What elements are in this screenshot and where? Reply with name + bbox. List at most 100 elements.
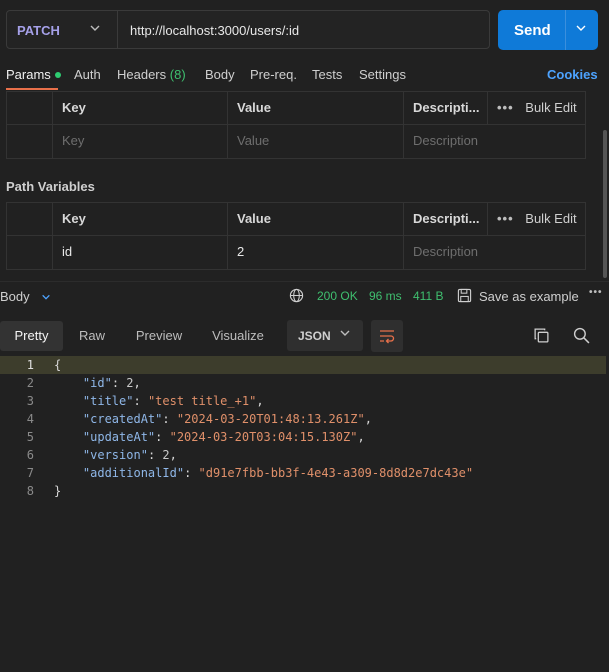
value-header: Value: [227, 92, 403, 124]
response-time[interactable]: 96 ms: [369, 289, 402, 303]
tab-params[interactable]: Params: [6, 67, 61, 82]
save-as-example-button[interactable]: Save as example: [479, 289, 579, 304]
table-header-row: Key Value Descripti... ••• Bulk Edit: [7, 92, 585, 125]
code-text: "title": "test title_+1",: [82, 394, 264, 408]
path-variables-table: Key Value Descripti... ••• Bulk Edit id …: [6, 202, 586, 270]
row-checkbox: [7, 236, 52, 269]
tab-headers[interactable]: Headers (8): [117, 67, 186, 82]
json-value: "2024-03-20T01:48:13.261Z": [176, 412, 365, 426]
send-button[interactable]: Send: [498, 10, 598, 50]
chevron-down-icon[interactable]: [575, 22, 587, 34]
code-line: 4 "createdAt": "2024-03-20T01:48:13.261Z…: [0, 410, 606, 428]
copy-icon[interactable]: [533, 327, 550, 344]
description-input[interactable]: Description: [403, 236, 579, 269]
tab-pretty[interactable]: Pretty: [0, 321, 63, 351]
active-tab-underline: [6, 88, 58, 90]
bulk-edit-cell: ••• Bulk Edit: [487, 92, 585, 124]
tab-tests[interactable]: Tests: [312, 67, 342, 82]
value-input[interactable]: Value: [227, 125, 403, 158]
bulk-edit-button[interactable]: Bulk Edit: [525, 100, 576, 115]
json-key: "additionalId": [82, 466, 185, 480]
description-header: Descripti...: [403, 203, 487, 235]
response-label: Body: [0, 289, 30, 304]
more-options-icon[interactable]: •••: [589, 287, 603, 298]
json-value: 2: [162, 448, 170, 462]
line-number: 4: [26, 412, 34, 426]
more-options-icon[interactable]: •••: [497, 211, 514, 226]
path-value-input[interactable]: 2: [227, 236, 403, 269]
value-header: Value: [227, 203, 403, 235]
globe-icon[interactable]: [289, 288, 304, 303]
description-input[interactable]: Description: [403, 125, 579, 158]
method-label: PATCH: [17, 23, 60, 38]
json-key: "version": [82, 448, 148, 462]
open-brace: {: [54, 358, 62, 372]
code-text: "version": 2,: [82, 448, 177, 462]
format-label: JSON: [298, 329, 331, 343]
comma: ,: [357, 430, 365, 444]
comma: ,: [256, 394, 264, 408]
url-bar: PATCH http://localhost:3000/users/:id: [6, 10, 490, 49]
chevron-down-icon: [89, 22, 101, 34]
query-params-table: Key Value Descripti... ••• Bulk Edit Key…: [6, 91, 586, 159]
json-key: "title": [82, 394, 134, 408]
json-value: "2024-03-20T03:04:15.130Z": [169, 430, 358, 444]
key-input[interactable]: Key: [52, 125, 227, 158]
method-select[interactable]: PATCH: [7, 11, 118, 48]
checkbox-column: [7, 92, 52, 124]
json-value: "d91e7fbb-bb3f-4e43-a309-8d8d2e7dc43e": [198, 466, 474, 480]
path-variables-title: Path Variables: [6, 179, 95, 194]
wrap-lines-icon: [379, 328, 395, 344]
response-body-code[interactable]: 1 { 2 "id": 2, 3 "title": "test title_+1…: [0, 356, 606, 500]
json-key: "id": [82, 376, 112, 390]
send-divider: [565, 10, 566, 50]
code-line: 7 "additionalId": "d91e7fbb-bb3f-4e43-a3…: [0, 464, 606, 482]
tab-visualize[interactable]: Visualize: [204, 321, 272, 351]
tab-raw[interactable]: Raw: [63, 321, 121, 351]
tab-headers-label: Headers: [117, 67, 167, 82]
params-active-dot: [54, 72, 61, 78]
tab-prereq[interactable]: Pre-req.: [250, 67, 297, 82]
code-line: 6 "version": 2,: [0, 446, 606, 464]
cookies-link[interactable]: Cookies: [547, 67, 598, 82]
code-line: 3 "title": "test title_+1",: [0, 392, 606, 410]
json-key: "updateAt": [82, 430, 156, 444]
code-text: "id": 2,: [82, 376, 141, 390]
path-key-cell[interactable]: id: [52, 236, 227, 269]
line-number: 1: [26, 358, 34, 372]
code-text: "additionalId": "d91e7fbb-bb3f-4e43-a309…: [82, 466, 474, 480]
tab-auth[interactable]: Auth: [74, 67, 101, 82]
key-header: Key: [52, 92, 227, 124]
format-select[interactable]: JSON: [287, 320, 363, 351]
pane-divider[interactable]: [0, 281, 609, 282]
more-options-icon[interactable]: •••: [497, 100, 514, 115]
code-text: {: [54, 356, 61, 374]
code-text: "createdAt": "2024-03-20T01:48:13.261Z",: [82, 412, 372, 426]
scrollbar[interactable]: [603, 130, 607, 278]
status-code[interactable]: 200 OK: [317, 289, 358, 303]
table-row: Key Value Description: [7, 125, 585, 158]
key-header: Key: [52, 203, 227, 235]
tab-params-label: Params: [6, 67, 51, 82]
tab-body[interactable]: Body: [205, 67, 235, 82]
search-icon[interactable]: [573, 327, 590, 344]
close-brace: }: [54, 484, 62, 498]
description-header: Descripti...: [403, 92, 487, 124]
headers-count: (8): [169, 67, 186, 82]
response-body-select[interactable]: Body: [0, 289, 51, 304]
checkbox-column: [7, 203, 52, 235]
response-size[interactable]: 411 B: [413, 289, 443, 303]
code-line: 8 }: [0, 482, 606, 500]
tab-settings[interactable]: Settings: [359, 67, 406, 82]
code-text: "updateAt": "2024-03-20T03:04:15.130Z",: [82, 430, 365, 444]
bulk-edit-button[interactable]: Bulk Edit: [525, 211, 576, 226]
table-header-row: Key Value Descripti... ••• Bulk Edit: [7, 203, 585, 236]
url-input[interactable]: http://localhost:3000/users/:id: [130, 23, 299, 38]
bulk-edit-cell: ••• Bulk Edit: [487, 203, 585, 235]
tab-preview[interactable]: Preview: [124, 321, 194, 351]
line-number: 6: [26, 448, 34, 462]
code-text: }: [54, 482, 61, 500]
table-row: id 2 Description: [7, 236, 585, 269]
wrap-lines-button[interactable]: [371, 320, 403, 352]
json-value: 2: [126, 376, 134, 390]
